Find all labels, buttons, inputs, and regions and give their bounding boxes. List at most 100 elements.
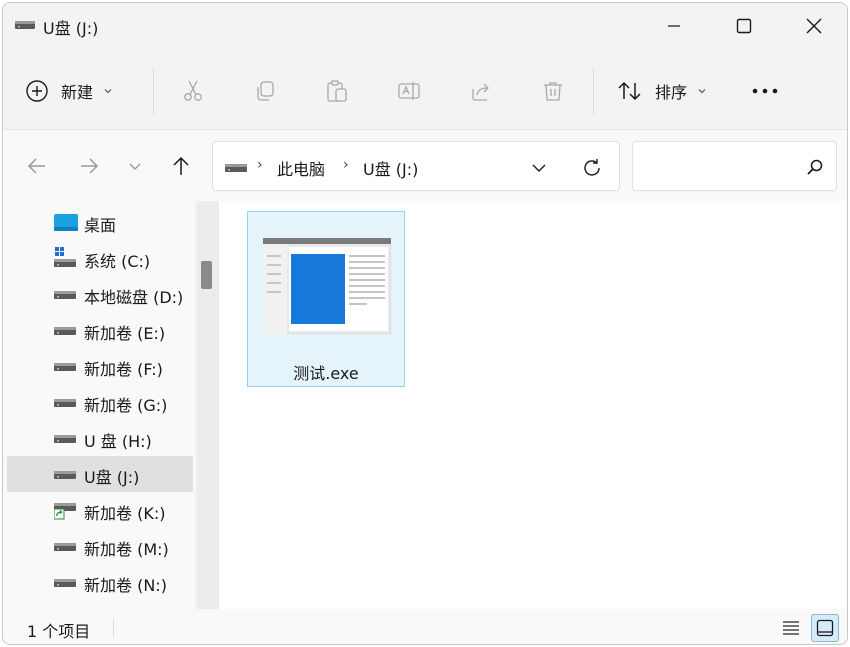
- breadcrumb-separator-icon: ›: [257, 157, 263, 173]
- rename-icon: [398, 82, 420, 100]
- windows-drive-icon: [54, 247, 76, 267]
- recent-locations-button[interactable]: [123, 154, 147, 178]
- sidebar-item-local-d[interactable]: 本地磁盘 (D:): [7, 276, 193, 312]
- minimize-icon: [668, 25, 680, 27]
- sidebar-item-label: 新加卷 (G:): [84, 396, 168, 415]
- breadcrumb-current-drive[interactable]: U盘 (J:): [363, 156, 418, 180]
- sidebar-item-volume-f[interactable]: 新加卷 (F:): [7, 348, 193, 384]
- arrow-left-icon: [27, 158, 45, 174]
- drive-icon: [54, 291, 76, 299]
- tiles-view-icon: [816, 619, 834, 637]
- sidebar-item-label: 系统 (C:): [84, 252, 151, 271]
- shared-drive-icon: [54, 503, 76, 520]
- breadcrumb-separator-icon: ›: [343, 157, 349, 173]
- address-row: › 此电脑 › U盘 (J:): [3, 129, 847, 201]
- drive-icon: [54, 543, 76, 551]
- sort-label: 排序: [655, 83, 688, 102]
- sidebar-item-label: U 盘 (H:): [84, 432, 152, 451]
- search-input[interactable]: [632, 141, 837, 191]
- sidebar-item-desktop[interactable]: 桌面: [7, 204, 193, 240]
- sidebar-item-label: U盘 (J:): [84, 468, 140, 487]
- sidebar-item-label: 新加卷 (N:): [84, 576, 167, 595]
- drive-icon: [54, 579, 76, 587]
- close-button[interactable]: [779, 3, 847, 49]
- share-button[interactable]: [467, 77, 495, 105]
- sidebar-item-label: 桌面: [84, 216, 117, 235]
- new-label: 新建: [61, 83, 94, 102]
- status-divider: [113, 619, 114, 637]
- explorer-window: U盘 (J:) 新建 排序 › 此电脑 › U盘 (J:) 桌面 系统 (C:)…: [2, 2, 848, 645]
- sidebar-item-volume-k[interactable]: 新加卷 (K:): [7, 492, 193, 528]
- sidebar-item-label: 新加卷 (E:): [84, 324, 166, 343]
- paste-icon: [327, 80, 347, 102]
- arrow-up-icon: [173, 156, 189, 175]
- item-count: 1 个项目: [27, 622, 91, 641]
- command-bar: 新建 排序: [3, 49, 847, 129]
- window-title: U盘 (J:): [43, 19, 99, 38]
- toolbar-divider: [153, 67, 154, 115]
- sort-button[interactable]: 排序: [617, 77, 707, 105]
- cut-button[interactable]: [179, 77, 207, 105]
- new-button[interactable]: 新建: [25, 73, 113, 109]
- navigation-pane: 桌面 系统 (C:) 本地磁盘 (D:) 新加卷 (E:) 新加卷 (F:) 新…: [3, 201, 195, 609]
- copy-icon: [257, 81, 274, 101]
- arrow-right-icon: [81, 158, 99, 174]
- up-button[interactable]: [169, 154, 193, 178]
- drive-icon: [54, 471, 76, 479]
- large-icons-view-button[interactable]: [811, 614, 839, 642]
- status-bar: 1 个项目: [3, 609, 847, 644]
- share-icon: [472, 83, 489, 101]
- refresh-icon: [584, 159, 600, 176]
- sidebar-item-label: 新加卷 (K:): [84, 504, 166, 523]
- exe-file-icon: [263, 238, 391, 334]
- address-bar[interactable]: › 此电脑 › U盘 (J:): [212, 141, 620, 191]
- maximize-icon: [736, 18, 752, 34]
- delete-button[interactable]: [539, 77, 567, 105]
- details-view-button[interactable]: [777, 614, 805, 642]
- minimize-button[interactable]: [639, 3, 709, 49]
- drive-icon: [225, 164, 247, 172]
- sidebar-item-volume-g[interactable]: 新加卷 (G:): [7, 384, 193, 420]
- delete-icon: [544, 82, 562, 101]
- refresh-button[interactable]: [579, 155, 605, 181]
- maximize-button[interactable]: [709, 3, 779, 49]
- drive-icon: [54, 363, 76, 371]
- toolbar-divider: [593, 67, 594, 115]
- chevron-down-icon: [698, 89, 706, 94]
- details-view-icon: [783, 621, 799, 635]
- copy-button[interactable]: [251, 77, 279, 105]
- sidebar-item-label: 新加卷 (M:): [84, 540, 169, 559]
- search-icon: [807, 159, 823, 175]
- chevron-down-icon: [129, 163, 141, 170]
- sidebar-item-usb-j[interactable]: U盘 (J:): [7, 456, 193, 492]
- sidebar-item-volume-n[interactable]: 新加卷 (N:): [7, 564, 193, 600]
- file-item[interactable]: 测试.exe: [247, 211, 405, 387]
- close-icon: [806, 18, 822, 34]
- more-options-button[interactable]: [749, 77, 781, 105]
- breadcrumb-this-pc[interactable]: 此电脑: [277, 156, 325, 180]
- address-history-button[interactable]: [527, 156, 551, 180]
- title-bar[interactable]: U盘 (J:): [3, 3, 847, 49]
- desktop-icon: [54, 214, 78, 231]
- paste-button[interactable]: [323, 77, 351, 105]
- cut-icon: [184, 80, 202, 101]
- sidebar-item-usb-h[interactable]: U 盘 (H:): [7, 420, 193, 456]
- sidebar-item-label: 新加卷 (F:): [84, 360, 163, 379]
- rename-button[interactable]: [395, 77, 423, 105]
- sort-icon: [618, 81, 641, 101]
- sidebar-item-system-c[interactable]: 系统 (C:): [7, 240, 193, 276]
- sidebar-item-label: 本地磁盘 (D:): [84, 288, 184, 307]
- scrollbar-thumb[interactable]: [201, 261, 212, 289]
- back-button[interactable]: [25, 154, 49, 178]
- file-name: 测试.exe: [293, 364, 359, 383]
- add-icon: [26, 80, 48, 102]
- drive-icon: [54, 435, 76, 443]
- drive-icon: [54, 327, 76, 335]
- sidebar-item-volume-m[interactable]: 新加卷 (M:): [7, 528, 193, 564]
- drive-icon: [15, 21, 35, 29]
- chevron-down-icon: [532, 164, 546, 172]
- sidebar-item-volume-e[interactable]: 新加卷 (E:): [7, 312, 193, 348]
- forward-button[interactable]: [77, 154, 101, 178]
- chevron-down-icon: [104, 89, 112, 94]
- drive-icon: [54, 399, 76, 407]
